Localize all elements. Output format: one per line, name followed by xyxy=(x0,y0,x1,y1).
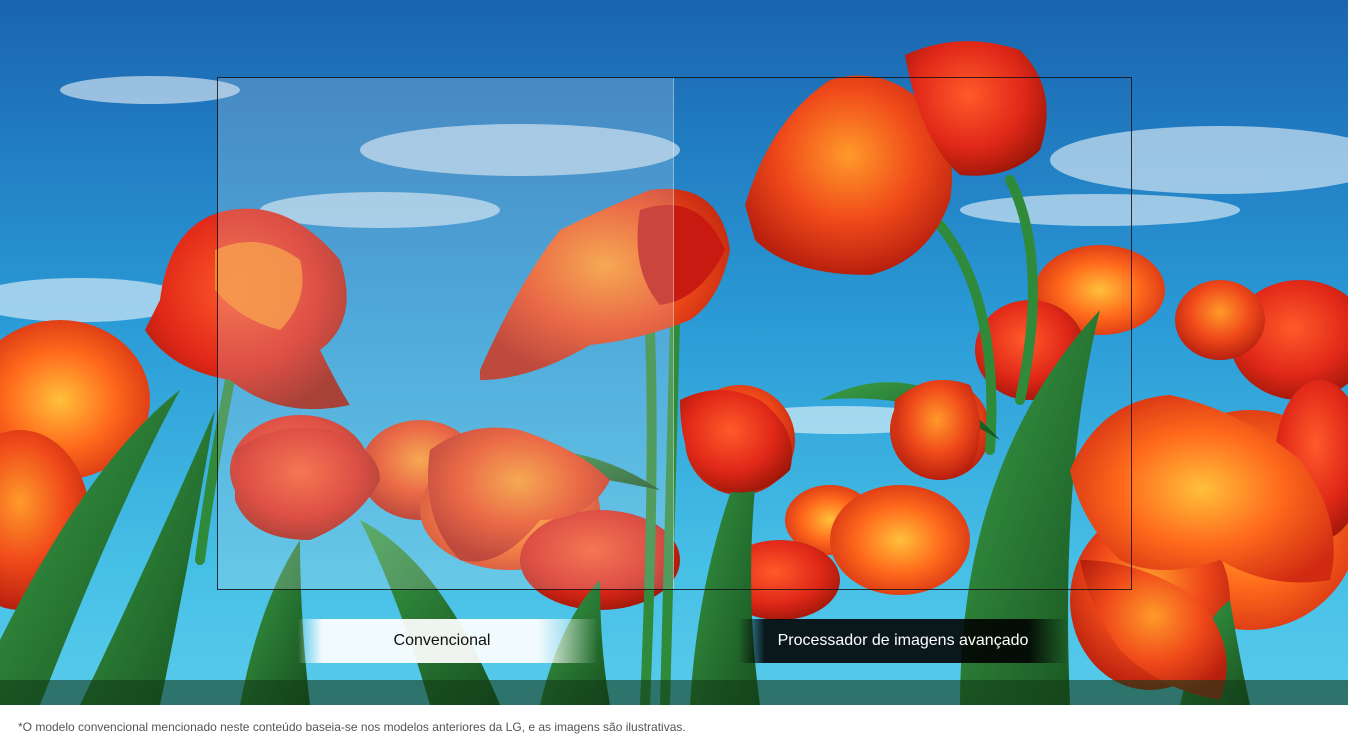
disclaimer-footnote: *O modelo convencional mencionado neste … xyxy=(18,720,686,734)
conventional-label: Convencional xyxy=(298,619,598,663)
comparison-banner: Convencional Processador de imagens avan… xyxy=(0,0,1348,705)
conventional-label-text: Convencional xyxy=(393,632,491,649)
advanced-processor-label: Processador de imagens avançado xyxy=(738,619,1068,663)
tulip-photo xyxy=(0,0,1348,705)
advanced-processor-label-text: Processador de imagens avançado xyxy=(777,632,1029,649)
